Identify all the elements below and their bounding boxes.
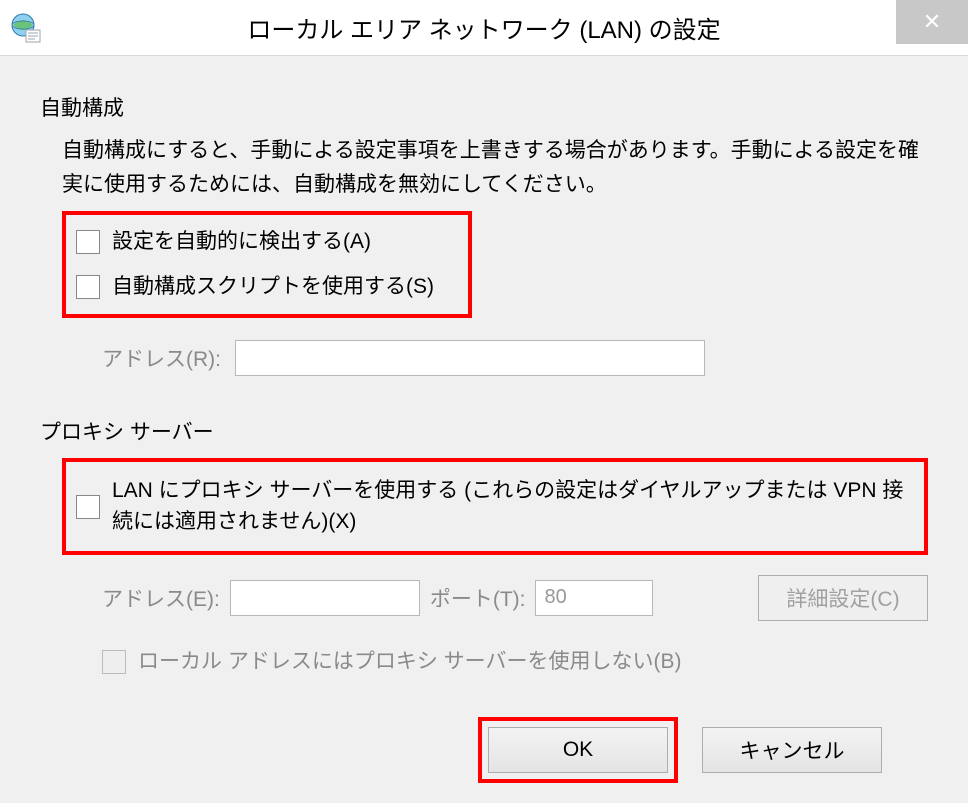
- dialog-content: 自動構成 自動構成にすると、手動による設定事項を上書きする場合があります。手動に…: [0, 56, 968, 803]
- window-title: ローカル エリア ネットワーク (LAN) の設定: [0, 10, 968, 45]
- checkbox-icon: [102, 650, 126, 674]
- advanced-button[interactable]: 詳細設定(C): [758, 575, 928, 621]
- auto-address-label: アドレス(R):: [102, 343, 221, 373]
- advanced-button-label: 詳細設定(C): [786, 583, 899, 613]
- proxy-address-row: アドレス(E): ポート(T): 詳細設定(C): [62, 575, 928, 621]
- proxy-legend: プロキシ サーバー: [40, 416, 928, 446]
- auto-script-checkbox-row[interactable]: 自動構成スクリプトを使用する(S): [76, 272, 458, 302]
- title-bar: ローカル エリア ネットワーク (LAN) の設定 ✕: [0, 0, 968, 56]
- proxy-address-input[interactable]: [230, 580, 420, 616]
- proxy-use-highlight: LAN にプロキシ サーバーを使用する (これらの設定はダイヤルアップまたは V…: [62, 458, 928, 555]
- dialog-footer: OK キャンセル: [40, 717, 928, 783]
- cancel-button[interactable]: キャンセル: [702, 727, 882, 773]
- close-icon: ✕: [923, 11, 941, 33]
- internet-options-icon: [10, 12, 42, 44]
- proxy-group: プロキシ サーバー LAN にプロキシ サーバーを使用する (これらの設定はダイ…: [40, 416, 928, 677]
- proxy-bypass-checkbox-row[interactable]: ローカル アドレスにはプロキシ サーバーを使用しない(B): [62, 647, 928, 677]
- proxy-port-input[interactable]: [535, 580, 653, 616]
- auto-config-legend: 自動構成: [40, 92, 928, 122]
- checkbox-icon: [76, 275, 100, 299]
- auto-detect-checkbox-row[interactable]: 設定を自動的に検出する(A): [76, 227, 458, 257]
- ok-button[interactable]: OK: [488, 727, 668, 773]
- proxy-address-label: アドレス(E):: [102, 583, 220, 613]
- proxy-use-checkbox-row[interactable]: LAN にプロキシ サーバーを使用する (これらの設定はダイヤルアップまたは V…: [76, 476, 914, 537]
- checkbox-icon: [76, 230, 100, 254]
- ok-button-highlight: OK: [478, 717, 678, 783]
- proxy-bypass-label: ローカル アドレスにはプロキシ サーバーを使用しない(B): [138, 647, 928, 677]
- auto-config-highlight: 設定を自動的に検出する(A) 自動構成スクリプトを使用する(S): [62, 211, 472, 318]
- checkbox-icon: [76, 495, 100, 519]
- proxy-use-label: LAN にプロキシ サーバーを使用する (これらの設定はダイヤルアップまたは V…: [112, 476, 914, 537]
- close-button[interactable]: ✕: [896, 0, 968, 44]
- ok-button-label: OK: [563, 738, 593, 762]
- auto-script-label: 自動構成スクリプトを使用する(S): [112, 272, 458, 302]
- proxy-port-label: ポート(T):: [430, 583, 526, 613]
- auto-config-group: 自動構成 自動構成にすると、手動による設定事項を上書きする場合があります。手動に…: [40, 92, 928, 376]
- cancel-button-label: キャンセル: [740, 735, 845, 765]
- auto-address-row: アドレス(R):: [62, 340, 928, 376]
- auto-address-input[interactable]: [235, 340, 705, 376]
- auto-config-description: 自動構成にすると、手動による設定事項を上書きする場合があります。手動による設定を…: [62, 134, 928, 201]
- auto-detect-label: 設定を自動的に検出する(A): [112, 227, 458, 257]
